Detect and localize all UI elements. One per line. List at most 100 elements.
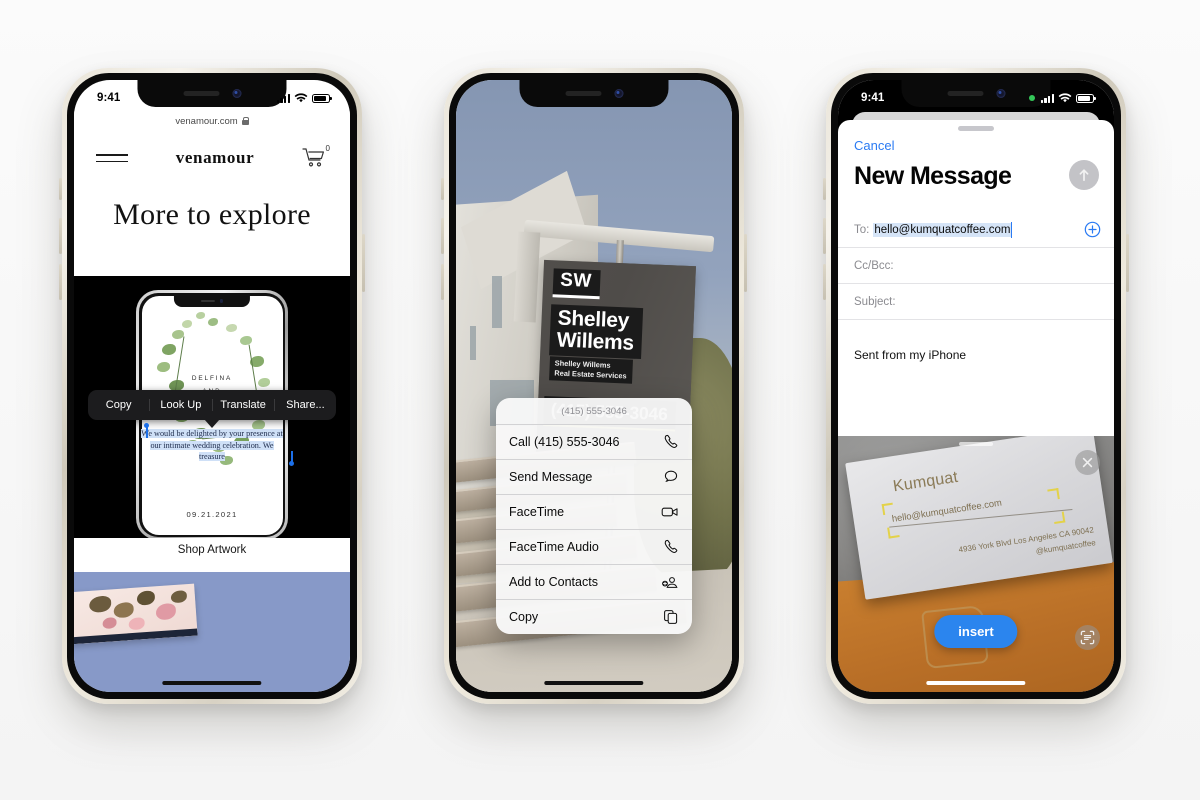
home-indicator[interactable] [544,680,644,685]
front-camera-icon [614,89,623,98]
power-button[interactable] [1126,234,1129,292]
to-field-row[interactable]: To: hello@kumquatcoffee.com [838,212,1114,248]
phone-2-bezel: SW Shelley Willems Shelley Willems Real … [449,73,739,699]
volume-down-button[interactable] [441,264,444,300]
phone-2-screen: SW Shelley Willems Shelley Willems Real … [456,80,732,692]
add-contact-icon [662,577,678,588]
cc-bcc-field-row[interactable]: Cc/Bcc: [838,248,1114,284]
volume-down-button[interactable] [823,264,826,300]
secondary-product-image [74,572,350,692]
phone-3-screen: 9:41 Cancel New Message To: hello@kumqua… [838,80,1114,692]
action-facetime[interactable]: FaceTime [496,495,692,530]
shopping-cart-button[interactable]: 0 [302,144,330,169]
data-detector-action-sheet[interactable]: (415) 555-3046 Call (415) 555-3046 Send … [496,398,692,634]
action-copy[interactable]: Copy [496,600,692,634]
cc-bcc-label: Cc/Bcc: [854,259,894,272]
status-time: 9:41 [861,92,885,104]
battery-icon [312,93,332,103]
action-call[interactable]: Call (415) 555-3046 [496,425,692,460]
volume-up-button[interactable] [823,218,826,254]
to-value: hello@kumquatcoffee.com [873,221,1013,238]
phone-1-bezel: 9:41 venamour.com venamour 0 More to exp… [67,73,357,699]
device-phone-2: SW Shelley Willems Shelley Willems Real … [441,68,747,704]
awning-support [513,231,541,323]
scan-bracket-bottom-left [887,526,900,539]
safari-address-bar[interactable]: venamour.com [74,110,350,132]
selection-action-copy[interactable]: Copy [88,399,151,411]
sheet-grabber[interactable] [958,126,994,131]
page-title: More to explore [113,198,311,231]
mute-switch[interactable] [441,178,444,200]
site-navbar: venamour 0 [74,136,350,180]
text-selection-toolbar[interactable]: Copy Look Up Translate Share... [88,390,336,420]
action-facetime-audio-label: FaceTime Audio [509,540,599,554]
volume-down-button[interactable] [59,264,62,300]
hamburger-menu-icon[interactable] [96,149,128,167]
cancel-button[interactable]: Cancel [854,138,894,153]
add-circle-icon[interactable] [1084,221,1101,238]
sign-monogram: SW [552,268,601,300]
lock-icon [241,117,250,125]
selection-handle-end[interactable] [289,451,294,466]
action-facetime-label: FaceTime [509,505,565,519]
action-facetime-audio[interactable]: FaceTime Audio [496,530,692,565]
action-send-message[interactable]: Send Message [496,460,692,495]
home-indicator[interactable] [162,680,262,685]
selection-action-translate[interactable]: Translate [213,399,275,411]
cart-count-badge: 0 [325,144,330,153]
shopping-cart-icon [302,148,324,167]
earpiece-speaker-icon [565,91,601,96]
floral-card-image [74,583,198,645]
selection-action-share[interactable]: Share... [275,399,336,411]
status-indicators [276,93,332,103]
action-copy-label: Copy [509,610,539,624]
phone-icon [664,539,678,553]
volume-up-button[interactable] [441,218,444,254]
device-phone-1: 9:41 venamour.com venamour 0 More to exp… [59,68,365,704]
volume-up-button[interactable] [59,218,62,254]
cellular-bars-icon [276,93,290,103]
battery-icon [1076,93,1096,103]
power-button[interactable] [362,234,365,292]
site-brand-logo: venamour [175,148,255,167]
power-button[interactable] [744,234,747,292]
device-phone-3: 9:41 Cancel New Message To: hello@kumqua… [823,68,1129,704]
home-indicator[interactable] [926,680,1026,685]
invitation-date: 09.21.2021 [186,509,238,519]
selected-text-block[interactable]: We would be delighted by your presence a… [139,428,285,463]
scan-bracket-top-right [1047,488,1060,501]
phone-3-bezel: 9:41 Cancel New Message To: hello@kumqua… [831,73,1121,699]
site-url: venamour.com [175,115,238,127]
insert-button[interactable]: insert [934,615,1018,648]
screenshot-stage: 9:41 venamour.com venamour 0 More to exp… [0,0,1200,800]
scanner-grabber[interactable] [959,442,993,447]
live-text-scanner-pane: Kumquat hello@kumquatcoffee.com 4936 Yor… [838,436,1114,692]
close-scanner-button[interactable] [1075,450,1100,475]
status-indicators [1028,93,1096,103]
message-body[interactable]: Sent from my iPhone [854,348,966,362]
subject-field-row[interactable]: Subject: [838,284,1114,320]
mail-compose-sheet: Cancel New Message To: hello@kumquatcoff… [838,120,1114,460]
scan-bracket-bottom-right [1052,511,1066,524]
phone-1-screen: 9:41 venamour.com venamour 0 More to exp… [74,80,350,692]
selected-text: We would be delighted by your presence a… [141,429,283,461]
phone-icon [664,434,678,448]
sign-agent-name: Shelley Willems [549,304,644,360]
status-time: 9:41 [97,92,121,104]
card-email[interactable]: hello@kumquatcoffee.com [891,497,1002,524]
selection-handle-start[interactable] [144,423,149,438]
action-add-to-contacts-label: Add to Contacts [509,575,598,589]
action-add-to-contacts[interactable]: Add to Contacts [496,565,692,600]
compose-title: New Message [854,162,1012,190]
message-bubble-icon [664,470,678,482]
selection-action-look-up[interactable]: Look Up [150,399,213,411]
copy-icon [664,610,678,624]
mute-switch[interactable] [823,178,826,200]
live-text-button[interactable] [1075,625,1100,650]
send-arrow-up-icon [1079,169,1089,182]
mute-switch[interactable] [59,178,62,200]
action-sheet-header: (415) 555-3046 [496,398,692,425]
send-button[interactable] [1069,160,1099,190]
action-call-label: Call (415) 555-3046 [509,435,620,449]
shop-artwork-link[interactable]: Shop Artwork [74,544,350,556]
